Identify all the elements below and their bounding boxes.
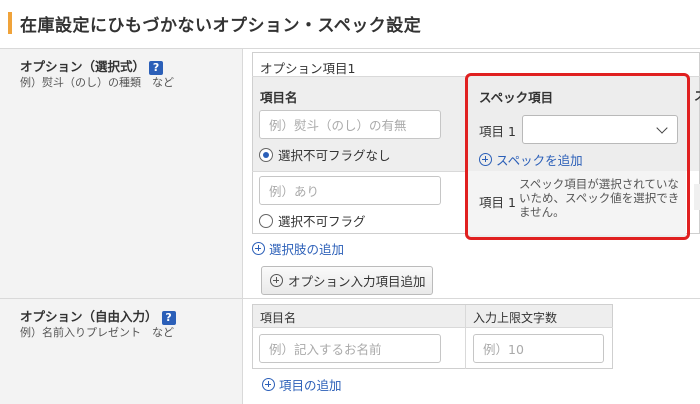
radio-option-2[interactable]: 選択不可フラグ xyxy=(259,211,366,230)
free-col-max-chars: 入力上限文字数 xyxy=(473,311,558,325)
radio-option-1[interactable]: 選択不可フラグなし xyxy=(259,145,391,164)
spec-notice: スペック項目が選択されていないため、スペック値を選択できません。 xyxy=(519,177,680,219)
radio-label-1: 選択不可フラグなし xyxy=(278,148,391,163)
plus-circle-icon xyxy=(479,153,492,166)
option-free-example: 例）名前入りプレゼント など xyxy=(20,326,174,339)
radio-label-2: 選択不可フラグ xyxy=(278,214,366,229)
clipped-column-edge: ス xyxy=(694,87,700,104)
chevron-down-icon xyxy=(656,122,668,134)
add-choice-label: 選択肢の追加 xyxy=(269,242,345,257)
add-option-input-button[interactable]: オプション入力項目追加 xyxy=(261,266,433,295)
option-item-name: オプション項目1 xyxy=(260,61,356,76)
option-free-heading: オプション（自由入力）? xyxy=(20,306,176,325)
option-select-heading: オプション（選択式）? xyxy=(20,56,164,75)
option-free-header xyxy=(253,305,612,327)
spec-label-1: 項目 1 xyxy=(479,124,516,139)
spec-select[interactable] xyxy=(522,115,678,144)
col-item-name: 項目名 xyxy=(260,90,298,105)
option-free-col-line xyxy=(465,305,466,369)
free-max-chars-input[interactable]: 例）10 xyxy=(473,334,604,363)
title-accent-bar xyxy=(8,12,12,34)
label-column xyxy=(0,49,242,404)
column-divider xyxy=(242,49,243,404)
page-title: 在庫設定にひもづかないオプション・スペック設定 xyxy=(20,16,422,36)
free-col-item-name: 項目名 xyxy=(260,311,297,325)
option-select-example: 例）熨斗（のし）の種類 など xyxy=(20,76,174,89)
col-spec-item: スペック項目 xyxy=(479,90,554,105)
option-free-title: オプション（自由入力） xyxy=(20,309,158,324)
plus-circle-icon xyxy=(262,378,275,391)
add-spec-label: スペックを追加 xyxy=(496,153,583,168)
help-icon[interactable]: ? xyxy=(149,60,164,75)
radio-unchecked-icon[interactable] xyxy=(259,213,273,228)
plus-circle-icon xyxy=(270,274,283,287)
add-spec-link[interactable]: スペックを追加 xyxy=(479,150,583,169)
plus-circle-icon xyxy=(252,242,265,255)
help-icon[interactable]: ? xyxy=(161,310,176,325)
add-choice-link[interactable]: 選択肢の追加 xyxy=(252,239,344,258)
row-divider xyxy=(0,298,700,299)
spec-label-2: 項目 1 xyxy=(479,195,516,210)
add-item-label: 項目の追加 xyxy=(279,378,342,393)
add-option-input-label: オプション入力項目追加 xyxy=(288,274,426,289)
free-item-input[interactable]: 例）記入するお名前 xyxy=(259,334,441,363)
clipped-cell-edge xyxy=(694,184,700,210)
option-select-title: オプション（選択式） xyxy=(20,59,146,74)
option-free-header-line xyxy=(252,327,613,328)
choice-input-2[interactable]: 例）あり xyxy=(259,176,441,205)
choice-input-1[interactable]: 例）熨斗（のし）の有無 xyxy=(259,110,441,139)
add-item-link[interactable]: 項目の追加 xyxy=(262,375,342,394)
radio-checked-icon[interactable] xyxy=(259,147,273,162)
